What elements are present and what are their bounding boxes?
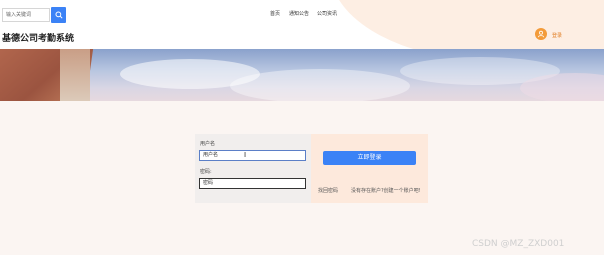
text-cursor-icon: I bbox=[244, 151, 247, 159]
password-label: 密码: bbox=[200, 169, 212, 175]
nav-item-news[interactable]: 公司资讯 bbox=[317, 10, 337, 17]
nav-item-home[interactable]: 首页 bbox=[270, 10, 280, 17]
nav-item-notices[interactable]: 通知公告 bbox=[289, 10, 309, 17]
username-field[interactable]: 用户名 bbox=[199, 150, 306, 161]
page-title: 基德公司考勤系统 bbox=[2, 34, 75, 44]
watermark: CSDN @MZ_ZXD001 bbox=[472, 239, 565, 249]
login-submit-button[interactable]: 立即登录 bbox=[323, 151, 416, 165]
banner-image bbox=[0, 49, 604, 101]
search-input[interactable]: 输入关键词 bbox=[2, 8, 50, 22]
password-field[interactable]: 密码 bbox=[199, 178, 306, 189]
register-link[interactable]: 没有存在账户?创建一个账户吧! bbox=[351, 187, 421, 194]
login-link[interactable]: 登录 bbox=[552, 32, 562, 39]
forgot-password-link[interactable]: 找回密码 bbox=[318, 187, 338, 194]
header-decoration bbox=[330, 0, 604, 49]
search-button[interactable] bbox=[51, 7, 66, 23]
user-icon bbox=[537, 30, 545, 38]
username-label: 用户名 bbox=[200, 141, 216, 147]
avatar[interactable] bbox=[535, 28, 547, 40]
search-icon bbox=[54, 11, 63, 19]
header: 输入关键词 首页 通知公告 公司资讯 基德公司考勤系统 登录 bbox=[0, 0, 604, 49]
